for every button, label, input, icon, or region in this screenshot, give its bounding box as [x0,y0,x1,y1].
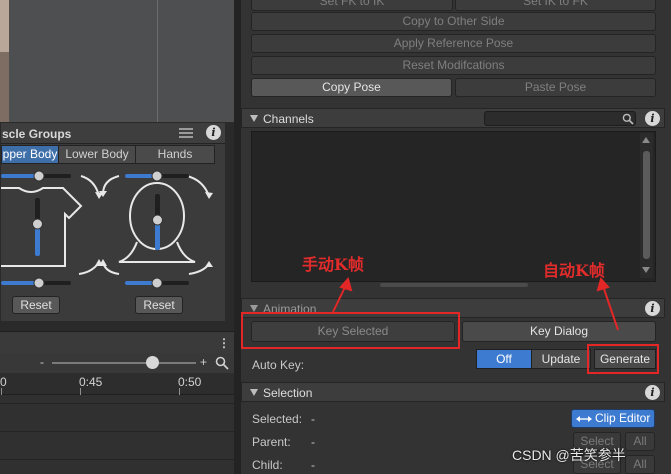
auto-keyframe-arrowhead [596,276,610,292]
manual-keyframe-arrow [332,284,347,313]
annotation-arrows [332,276,619,331]
watermark: CSDN @苦笑参半 [512,447,626,463]
auto-keyframe-arrow [602,285,619,331]
manual-keyframe-arrowhead [339,276,353,292]
